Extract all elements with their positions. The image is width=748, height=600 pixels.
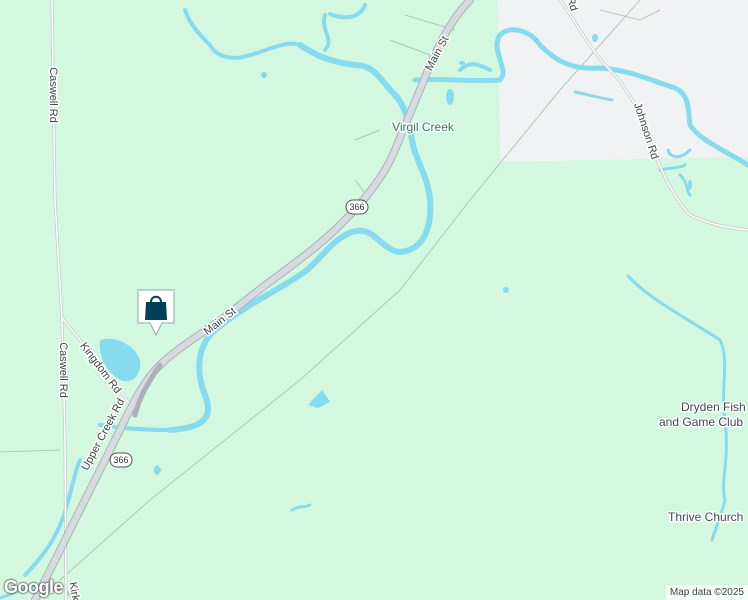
google-logo: Google <box>4 577 64 598</box>
main-road <box>31 0 474 600</box>
place-label-virgil-creek: Virgil Creek <box>392 120 455 134</box>
road-label-kirk: Kirk <box>66 581 81 600</box>
route-shield-1-label: 366 <box>349 202 364 212</box>
place-label-dryden-fish-line1: Dryden Fish <box>681 400 746 414</box>
google-logo-text: Google <box>4 577 64 597</box>
route-shield-2: 366 <box>109 452 133 468</box>
road-label-caswell-rd-2: Caswell Rd <box>57 342 69 398</box>
map-canvas[interactable]: 366 366 Main St Main St Caswell Rd Caswe… <box>0 0 748 600</box>
map-layer: 366 366 Main St Main St Caswell Rd Caswe… <box>0 0 748 600</box>
road-label-caswell-rd-1: Caswell Rd <box>47 67 59 123</box>
location-marker[interactable] <box>136 289 176 337</box>
map-attribution[interactable]: Map data ©2025 <box>665 585 748 600</box>
road-label-main-st-2: Main St <box>202 305 239 337</box>
route-shield-2-label: 366 <box>113 455 128 465</box>
place-label-dryden-fish-line2: and Game Club <box>659 415 743 429</box>
place-label-thrive-church: Thrive Church <box>668 510 743 524</box>
marker-pin <box>137 289 175 337</box>
urban-area <box>498 0 748 162</box>
route-shield-1: 366 <box>345 199 369 215</box>
